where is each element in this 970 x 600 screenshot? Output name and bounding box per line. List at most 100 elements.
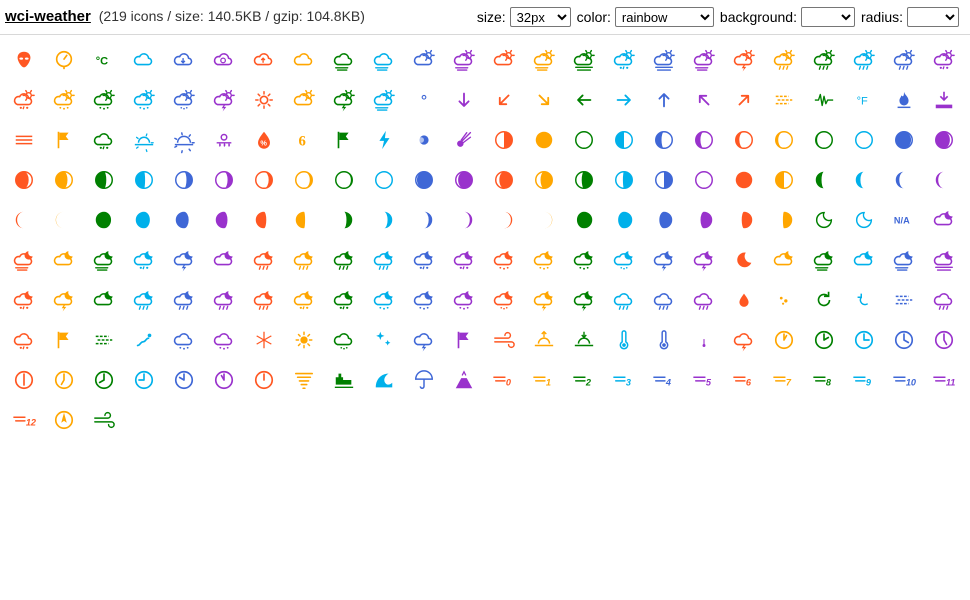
thermometer-exterior-icon[interactable]	[644, 320, 684, 360]
wind-beaufort-11-icon[interactable]: 11	[924, 360, 964, 400]
thermometer-icon[interactable]	[604, 320, 644, 360]
na-icon[interactable]: N/A	[884, 200, 924, 240]
day-snow-icon[interactable]	[44, 80, 84, 120]
wind-beaufort-0-icon[interactable]: 0	[484, 360, 524, 400]
alien-icon[interactable]	[4, 40, 44, 80]
wind-beaufort-10-icon[interactable]: 10	[884, 360, 924, 400]
day-lightning-icon[interactable]	[724, 40, 764, 80]
raindrops-icon[interactable]	[764, 280, 804, 320]
time-11-icon[interactable]	[204, 360, 244, 400]
moon-alt-waning-crescent-2-icon[interactable]	[684, 120, 724, 160]
moon-alt-waning-gibbous-1-icon[interactable]	[884, 120, 924, 160]
cloudy-gusts-icon[interactable]	[324, 40, 364, 80]
night-cloudy-windy-icon[interactable]	[884, 240, 924, 280]
day-rain-wind-icon[interactable]	[844, 40, 884, 80]
wind-beaufort-1-icon[interactable]: 1	[524, 360, 564, 400]
night-alt-rain-icon[interactable]	[244, 240, 284, 280]
night-alt-cloudy-high-icon[interactable]	[44, 240, 84, 280]
day-haze-icon[interactable]	[644, 40, 684, 80]
direction-up-left-icon[interactable]	[684, 80, 724, 120]
day-sleet-storm-icon[interactable]	[4, 80, 44, 120]
size-select[interactable]: 32px	[509, 7, 571, 27]
moon-alt-full-icon[interactable]	[524, 120, 564, 160]
small-craft-advisory-icon[interactable]	[44, 320, 84, 360]
moon-third-quarter-icon[interactable]	[764, 160, 804, 200]
raindrop-icon[interactable]	[724, 280, 764, 320]
horizon-icon[interactable]	[124, 120, 164, 160]
storm-showers-icon[interactable]	[404, 320, 444, 360]
thunderstorm-icon[interactable]	[724, 320, 764, 360]
night-partly-cloudy-icon[interactable]	[84, 280, 124, 320]
sleet-icon[interactable]	[4, 320, 44, 360]
hurricane-icon[interactable]: 6	[284, 120, 324, 160]
moon-full-icon[interactable]	[684, 160, 724, 200]
flood-icon[interactable]	[924, 80, 964, 120]
time-5-icon[interactable]	[924, 320, 964, 360]
night-alt-sleet-storm-icon[interactable]	[444, 240, 484, 280]
refresh-icon[interactable]	[804, 280, 844, 320]
storm-warning-icon[interactable]	[444, 320, 484, 360]
moon-waxing-crescent-3-icon[interactable]	[404, 200, 444, 240]
moon-waning-gibbous-2-icon[interactable]	[124, 200, 164, 240]
dust-icon[interactable]	[764, 80, 804, 120]
rain-wind-icon[interactable]	[684, 280, 724, 320]
night-cloudy-gusts-icon[interactable]	[804, 240, 844, 280]
color-select[interactable]: rainbow	[614, 7, 714, 27]
moon-alt-third-quarter-icon[interactable]	[604, 120, 644, 160]
hot-icon[interactable]	[204, 120, 244, 160]
wind-beaufort-3-icon[interactable]: 3	[604, 360, 644, 400]
night-showers-icon[interactable]	[244, 280, 284, 320]
moon-waxing-crescent-5-icon[interactable]	[484, 200, 524, 240]
night-hail-icon[interactable]	[4, 280, 44, 320]
degrees-icon[interactable]	[404, 80, 444, 120]
sunrise-icon[interactable]	[524, 320, 564, 360]
cloud-icon[interactable]	[124, 40, 164, 80]
moon-alt-waxing-gibbous-2-icon[interactable]	[444, 160, 484, 200]
night-alt-showers-icon[interactable]	[364, 240, 404, 280]
fog-icon[interactable]	[4, 120, 44, 160]
lunar-eclipse-icon[interactable]	[404, 120, 444, 160]
moon-alt-waxing-gibbous-1-icon[interactable]	[404, 160, 444, 200]
night-storm-showers-icon[interactable]	[524, 280, 564, 320]
moon-alt-waning-crescent-6-icon[interactable]	[844, 120, 884, 160]
moon-alt-waning-gibbous-3-icon[interactable]	[4, 160, 44, 200]
sprinkle-icon[interactable]	[324, 320, 364, 360]
moon-new-icon[interactable]	[724, 160, 764, 200]
night-sprinkle-icon[interactable]	[484, 280, 524, 320]
umbrella-icon[interactable]	[404, 360, 444, 400]
direction-down-right-icon[interactable]	[524, 80, 564, 120]
thermometer-internal-icon[interactable]	[684, 320, 724, 360]
night-alt-cloudy-windy-icon[interactable]	[84, 240, 124, 280]
meteor-icon[interactable]	[444, 120, 484, 160]
cloud-down-icon[interactable]	[164, 40, 204, 80]
moon-waxing-crescent-6-icon[interactable]	[524, 200, 564, 240]
night-rain-icon[interactable]	[124, 280, 164, 320]
direction-down-icon[interactable]	[444, 80, 484, 120]
sandstorm-icon[interactable]	[884, 280, 924, 320]
moon-alt-waning-crescent-1-icon[interactable]	[644, 120, 684, 160]
night-alt-lightning-icon[interactable]	[164, 240, 204, 280]
cloudy-windy-icon[interactable]	[364, 40, 404, 80]
day-rain-icon[interactable]	[764, 40, 804, 80]
rain-mix-icon[interactable]	[644, 280, 684, 320]
night-alt-cloudy-gusts-icon[interactable]	[4, 240, 44, 280]
night-alt-snow-wind-icon[interactable]	[564, 240, 604, 280]
day-cloudy-icon[interactable]	[404, 40, 444, 80]
moon-alt-waning-gibbous-4-icon[interactable]	[44, 160, 84, 200]
rain-icon[interactable]	[604, 280, 644, 320]
lightning-icon[interactable]	[364, 120, 404, 160]
moon-waxing-gibbous-3-icon[interactable]	[644, 200, 684, 240]
tornado-icon[interactable]	[284, 360, 324, 400]
moon-waxing-gibbous-2-icon[interactable]	[604, 200, 644, 240]
moon-alt-waxing-crescent-1-icon[interactable]	[164, 160, 204, 200]
moon-alt-waning-gibbous-5-icon[interactable]	[84, 160, 124, 200]
gale-warning-icon[interactable]	[44, 120, 84, 160]
strong-wind-icon[interactable]	[484, 320, 524, 360]
wind-deg-icon[interactable]	[44, 400, 84, 440]
night-snow-wind-icon[interactable]	[444, 280, 484, 320]
moon-waning-crescent-2-icon[interactable]	[844, 160, 884, 200]
night-thunderstorm-icon[interactable]	[564, 280, 604, 320]
moon-waxing-gibbous-4-icon[interactable]	[684, 200, 724, 240]
snow-wind-icon[interactable]	[204, 320, 244, 360]
moon-alt-waxing-crescent-3-icon[interactable]	[244, 160, 284, 200]
